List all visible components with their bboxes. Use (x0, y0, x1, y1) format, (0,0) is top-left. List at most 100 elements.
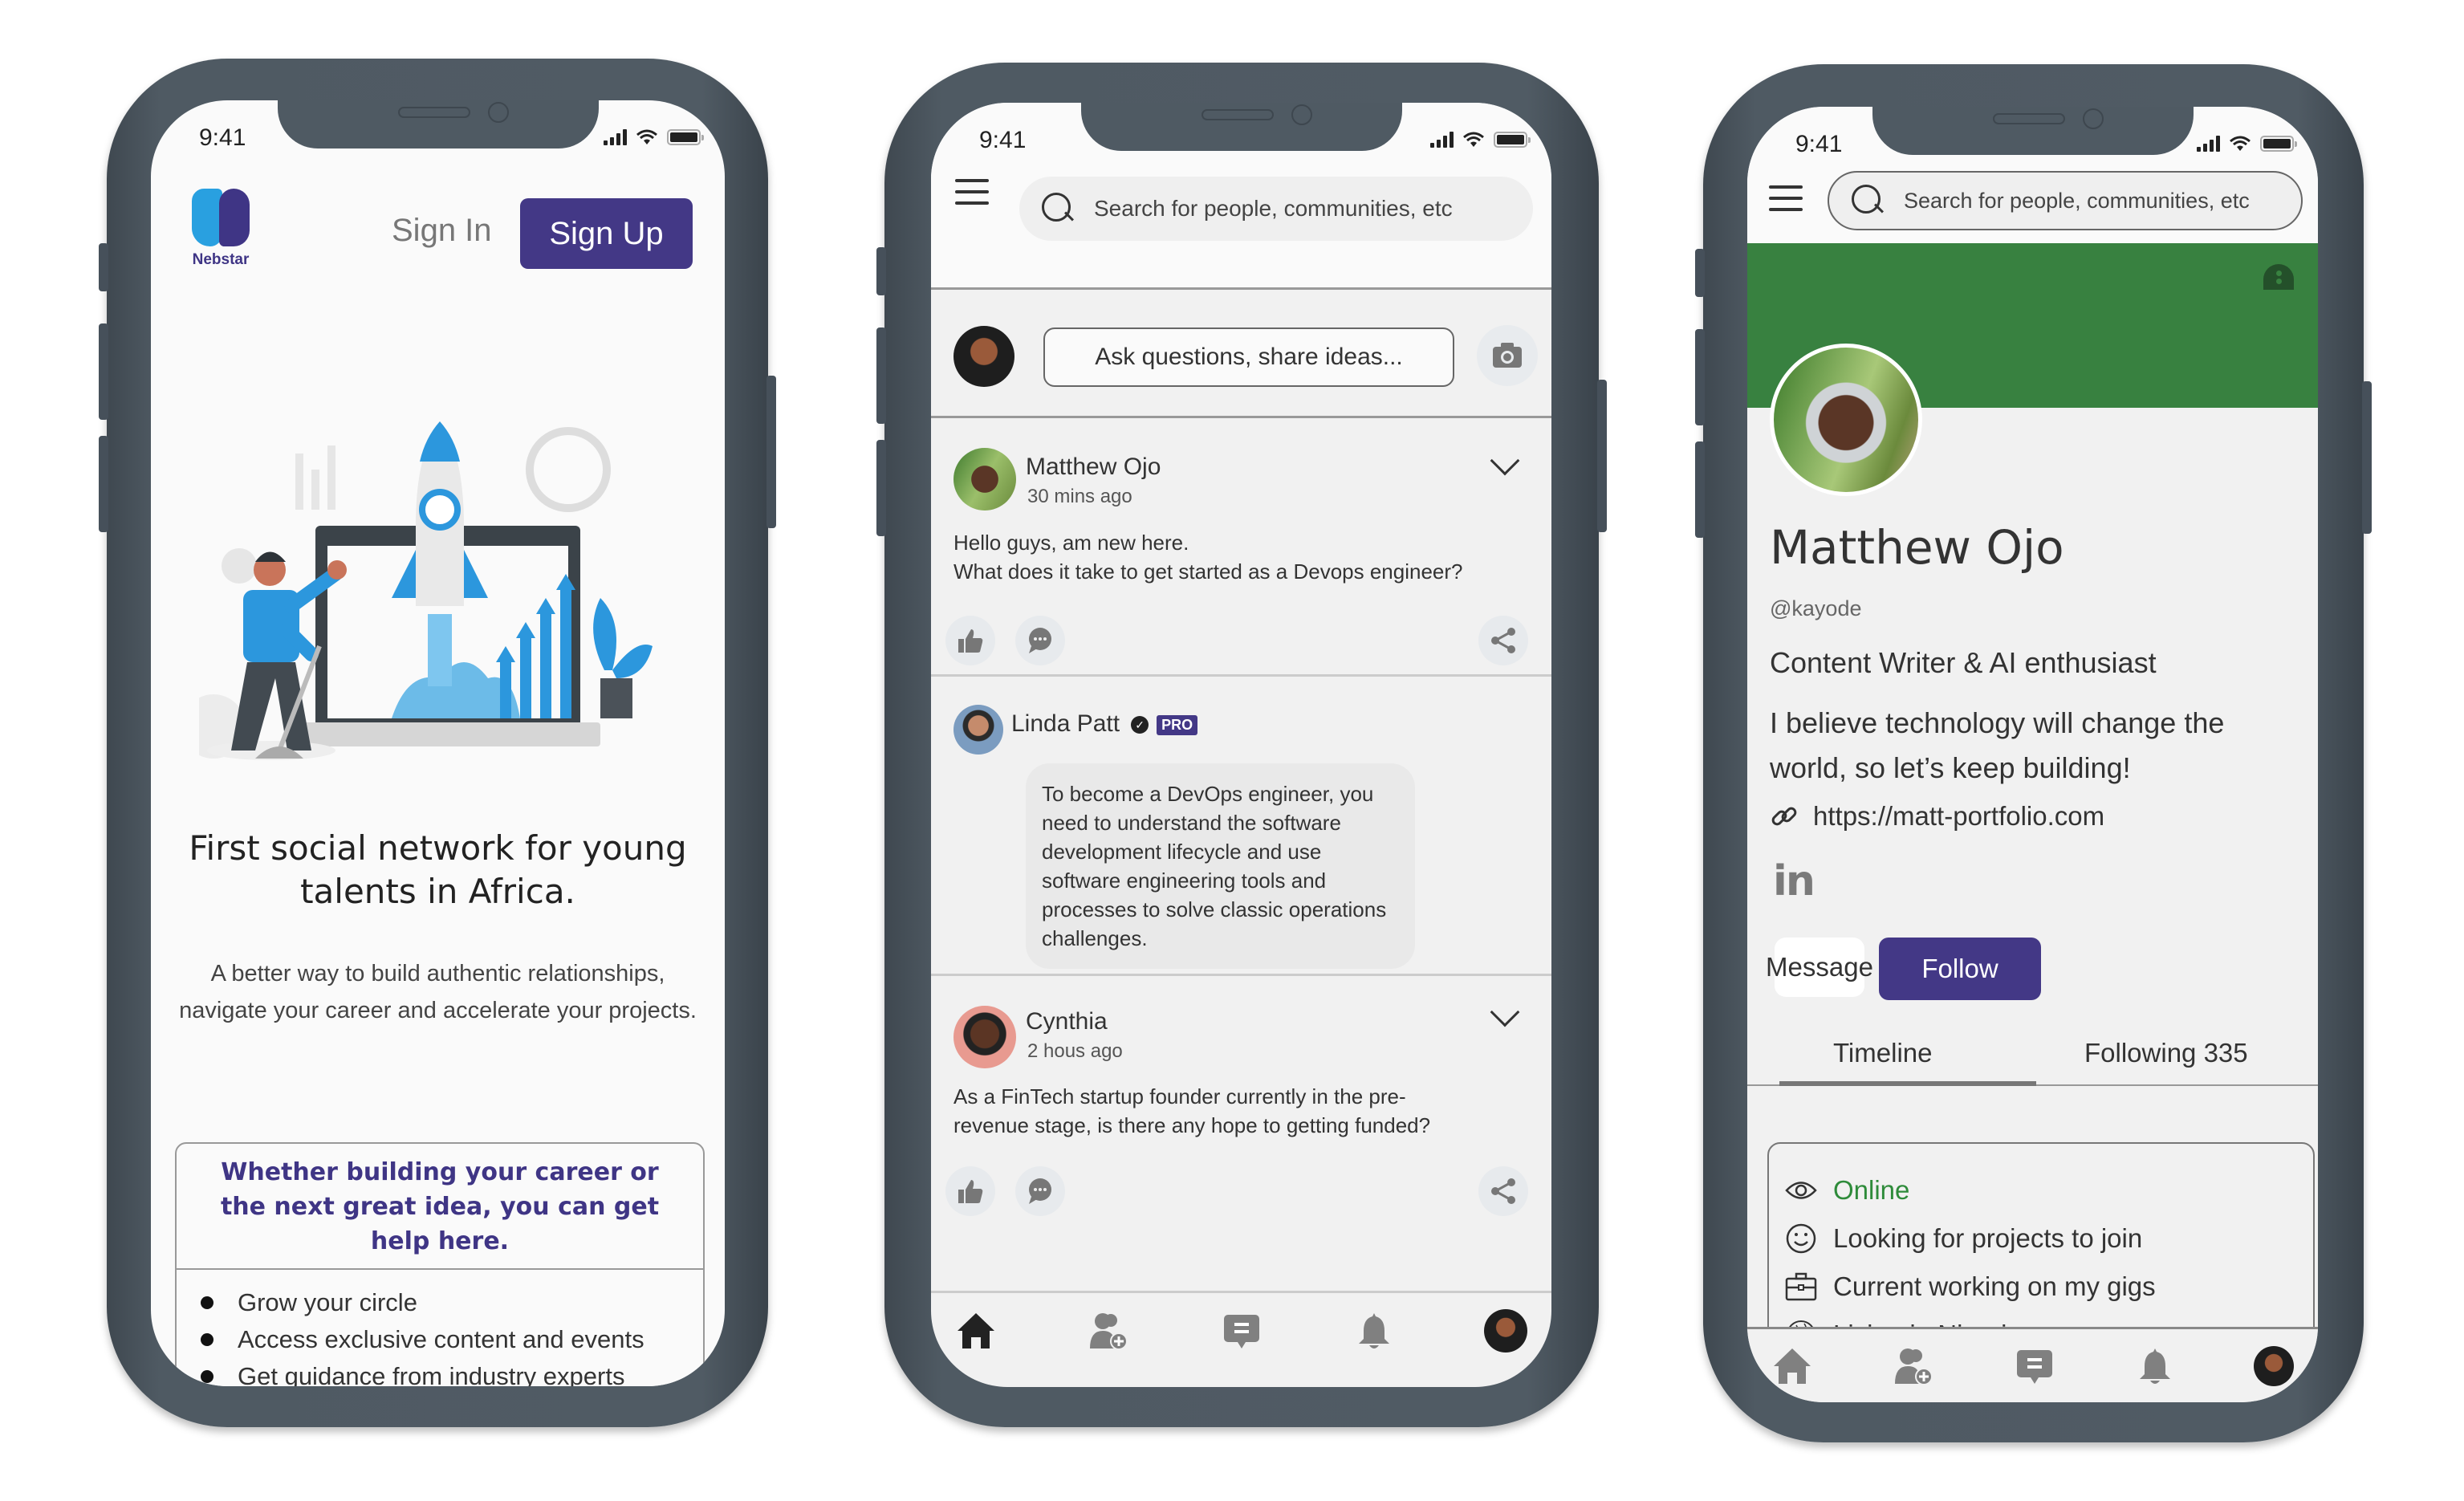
add-friend-icon (1090, 1313, 1128, 1350)
info-text: Current working on my gigs (1833, 1271, 2156, 1301)
bullet-icon (201, 1333, 213, 1346)
add-friend-icon (1894, 1348, 1933, 1385)
nav-profile-avatar[interactable] (2254, 1345, 2294, 1386)
screen: 9:41 Search for people, communities, etc… (1747, 107, 2318, 1402)
side-button (99, 243, 108, 291)
battery-icon (2260, 136, 2297, 152)
wifi-icon (1463, 132, 1484, 147)
bullet-text: Get guidance from industry experts (238, 1362, 625, 1386)
side-button (2362, 381, 2372, 534)
screen: 9:41 Search for people, communities, etc… (931, 103, 1551, 1387)
search-input[interactable]: Search for people, communities, etc (1019, 177, 1533, 241)
post-author[interactable]: Matthew Ojo (1026, 454, 1161, 481)
more-options-icon[interactable] (2263, 264, 2294, 290)
nav-add-friend[interactable] (1891, 1344, 1936, 1389)
link-url[interactable]: https://matt-portfolio.com (1813, 801, 2104, 832)
post-body: As a FinTech startup founder currently i… (953, 1084, 1431, 1137)
search-input[interactable]: Search for people, communities, etc (1828, 171, 2303, 230)
nav-profile-avatar[interactable] (1484, 1309, 1527, 1353)
comment-button[interactable] (1015, 616, 1065, 665)
wifi-icon (636, 129, 657, 144)
status-online: Online (1833, 1175, 1910, 1205)
post-time: 2 hous ago (1027, 1040, 1123, 1062)
info-row: Current working on my gigs (1785, 1263, 2297, 1311)
chevron-down-icon[interactable] (1490, 997, 1520, 1027)
sign-up-button[interactable]: Sign Up (520, 198, 693, 269)
composer-input[interactable]: Ask questions, share ideas... (1043, 327, 1454, 387)
bullet-icon (201, 1296, 213, 1309)
screen: 9:41 Nebstar Sign In Sign Up First socia… (151, 100, 725, 1386)
profile-picture[interactable] (1770, 344, 1922, 496)
post-author[interactable]: Linda Patt ✓ PRO (1011, 710, 1198, 738)
profile-name: Matthew Ojo (1770, 520, 2064, 575)
like-button[interactable] (945, 1166, 995, 1216)
sign-in-link[interactable]: Sign In (392, 213, 492, 249)
wifi-icon (2230, 136, 2251, 151)
follow-button[interactable]: Follow (1879, 938, 2041, 1000)
home-icon (1774, 1348, 1811, 1384)
share-button[interactable] (1478, 616, 1528, 665)
post-reply: Linda Patt ✓ PRO To become a DevOps engine… (931, 685, 1551, 974)
tab-timeline[interactable]: Timeline (1833, 1038, 1932, 1068)
camera-button[interactable] (1477, 325, 1538, 386)
rocket-launch-illustration (199, 421, 653, 760)
phone-feed: 9:41 Search for people, communities, etc… (876, 63, 1607, 1427)
like-button[interactable] (945, 616, 995, 665)
signal-icon (2197, 136, 2220, 152)
post-text: Hello guys, am new here. (953, 531, 1189, 555)
tab-following[interactable]: Following 335 (2084, 1038, 2248, 1068)
divider (931, 1291, 1551, 1293)
reply-bubble: To become a DevOps engineer, you need to… (1026, 763, 1415, 969)
profile-link[interactable]: https://matt-portfolio.com (1770, 801, 2104, 832)
side-button (766, 376, 776, 528)
verified-icon: ✓ (1131, 716, 1149, 734)
nav-messages[interactable] (2012, 1344, 2057, 1389)
nav-home[interactable] (1770, 1344, 1815, 1389)
messages-icon (1223, 1315, 1259, 1348)
status-bar: 9:41 (931, 120, 1551, 161)
nav-notifications[interactable] (2133, 1344, 2177, 1389)
status-bar: 9:41 (151, 118, 725, 158)
comment-button[interactable] (1015, 1166, 1065, 1216)
share-icon (1491, 628, 1515, 653)
post-body: Hello guys, am new here. What does it ta… (953, 528, 1535, 586)
post-author[interactable]: Cynthia (1026, 1008, 1108, 1035)
info-text: Looking for projects to join (1833, 1223, 2143, 1253)
active-tab-indicator (1779, 1081, 2036, 1086)
nav-home[interactable] (953, 1308, 998, 1353)
side-button (876, 440, 886, 536)
chevron-down-icon[interactable] (1490, 445, 1520, 476)
divider (931, 416, 1551, 418)
message-button[interactable]: Message (1766, 938, 1873, 997)
menu-icon[interactable] (955, 179, 989, 205)
smiley-icon (1785, 1222, 1817, 1255)
bottom-nav (1747, 1327, 2318, 1402)
info-row: Online (1785, 1166, 2297, 1214)
author-name: Linda Patt (1011, 710, 1120, 737)
bullet-text: Grow your circle (238, 1288, 417, 1316)
linkedin-icon[interactable]: in (1773, 857, 1815, 905)
nav-messages[interactable] (1219, 1308, 1264, 1353)
list-item: Grow your circle (193, 1284, 687, 1321)
avatar[interactable] (953, 326, 1014, 387)
avatar[interactable] (953, 448, 1016, 511)
nebstar-logo-icon (192, 189, 250, 246)
share-button[interactable] (1478, 1166, 1528, 1216)
comment-icon (1029, 628, 1051, 653)
avatar[interactable] (953, 1006, 1016, 1068)
profile-handle: @kayode (1770, 596, 1862, 620)
comment-icon (1029, 1178, 1051, 1204)
nav-add-friend[interactable] (1086, 1308, 1131, 1353)
avatar[interactable] (953, 705, 1003, 755)
link-icon (1771, 807, 1797, 826)
side-button (99, 323, 108, 420)
search-icon (1042, 193, 1074, 225)
bottom-nav (931, 1303, 1551, 1359)
nav-notifications[interactable] (1352, 1308, 1397, 1353)
brand-logo[interactable]: Nebstar (185, 189, 257, 269)
post: Matthew Ojo 30 mins ago Hello guys, am n… (931, 428, 1551, 669)
battery-icon (667, 129, 704, 145)
divider (931, 974, 1551, 976)
menu-icon[interactable] (1769, 185, 1803, 211)
bullet-text: Access exclusive content and events (238, 1325, 644, 1353)
